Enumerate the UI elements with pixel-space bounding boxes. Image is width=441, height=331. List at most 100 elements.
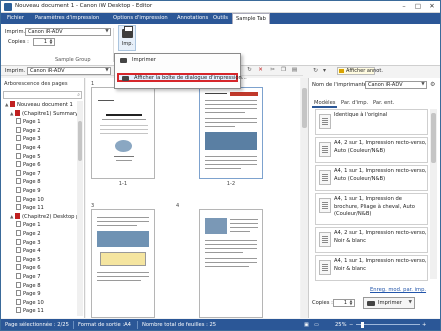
zoom-out-icon[interactable]: −	[349, 319, 353, 330]
tab-outils[interactable]: Outils	[210, 13, 231, 24]
tab-modeles[interactable]: Modèles	[312, 99, 338, 108]
app-icon	[4, 3, 12, 11]
tree-item-label: Page 7	[23, 274, 41, 280]
cut-icon[interactable]: ✂	[269, 67, 276, 74]
page-thumbnail[interactable]	[91, 209, 155, 318]
preview-scrollbar[interactable]	[301, 78, 308, 318]
page-icon	[16, 273, 21, 279]
tree-item-label: Page 3	[23, 239, 41, 246]
chevron-down-icon: ▼	[105, 29, 109, 34]
page-thumbnail[interactable]	[199, 209, 263, 318]
menu-item-print[interactable]: Imprimer	[117, 56, 238, 65]
printer-settings-icon[interactable]: ⚙	[430, 81, 435, 88]
ribbon-print-button[interactable]: Imp.	[118, 25, 136, 51]
printer-icon	[122, 26, 133, 38]
page-icon	[16, 118, 21, 125]
ribbon-copies-spinner[interactable]: 1 ▲ ▼	[33, 38, 55, 46]
zoom-in-icon[interactable]: +	[422, 319, 426, 330]
quick-setting-label: A4, 2 sur 1, Impression recto-verso, Noi…	[334, 230, 427, 244]
paste-icon[interactable]: ▤	[291, 67, 298, 74]
minimize-button[interactable]: –	[397, 1, 411, 12]
quick-setting-item[interactable]: A4, 1 sur 1, Impression de brochure, Pli…	[315, 193, 428, 225]
printer-name-select[interactable]: Canon iR-ADV ▼	[365, 81, 427, 89]
tree-page-item[interactable]: Page 11	[16, 307, 44, 316]
tab-options-impression[interactable]: Options d'impression	[110, 13, 171, 24]
menu-item-show-print-dialog[interactable]: Afficher la boîte de dialogue d'impressi…	[117, 73, 247, 82]
zoom-level: 25%	[335, 322, 347, 328]
quick-setting-item[interactable]: A4, 1 sur 1, Impression recto-verso, Aut…	[315, 165, 428, 191]
chevron-down-icon[interactable]: ▼	[409, 298, 412, 308]
document-icon	[15, 212, 20, 219]
page-icon	[16, 161, 21, 168]
toolbar-printer-select[interactable]: Canon iR-ADV ▼	[27, 67, 111, 75]
copy-icon[interactable]: ❐	[280, 67, 287, 74]
search-icon[interactable]: ⌕	[77, 92, 80, 98]
spinner-arrows-icon[interactable]: ▲ ▼	[348, 299, 354, 306]
tab-par-ent[interactable]: Par. ent.	[371, 99, 396, 108]
tab-sample[interactable]: Sample Tab	[232, 13, 270, 24]
quick-setting-label: A4, 1 sur 1, Impression de brochure, Pli…	[334, 196, 415, 217]
scrollbar-thumb[interactable]	[78, 121, 82, 161]
tab-annotations[interactable]: Annotations	[174, 13, 211, 24]
scrollbar-thumb[interactable]	[431, 113, 436, 163]
tab-fichier[interactable]: Fichier	[4, 13, 27, 24]
ribbon-printer-select[interactable]: Canon iR-ADV ▼	[25, 28, 111, 36]
printer-name-value: Canon iR-ADV	[368, 82, 403, 88]
page-icon	[16, 298, 21, 305]
scrollbar-thumb[interactable]	[302, 88, 307, 128]
chevron-down-icon: ▼	[105, 68, 109, 73]
chevron-down-icon: ▼	[421, 82, 425, 87]
maximize-button[interactable]: □	[411, 1, 425, 12]
quick-setting-item[interactable]: A4, 2 sur 1, Impression recto-verso, Aut…	[315, 137, 428, 163]
zoom-slider[interactable]	[356, 324, 420, 325]
spinner-arrows-icon[interactable]: ▲ ▼	[48, 38, 54, 45]
page-icon	[16, 178, 21, 185]
page-label: 1-1	[118, 181, 128, 187]
show-annotations-button[interactable]: Afficher annot.	[337, 67, 383, 75]
tree-item-label: Nouveau document 1	[17, 102, 73, 108]
rotate-icon[interactable]: ↻	[246, 67, 253, 74]
delete-icon[interactable]: ✕	[257, 67, 264, 74]
page-tree-scrollbar[interactable]	[77, 101, 83, 316]
quick-setting-item[interactable]: Identique à l'original	[315, 109, 428, 135]
page-icon	[16, 144, 21, 150]
tab-par-imp[interactable]: Par. d'imp.	[339, 99, 370, 108]
print-button[interactable]: Imprimer ▼	[363, 297, 415, 309]
close-button[interactable]: ✕	[425, 1, 439, 12]
page-label: 1-2	[226, 181, 236, 187]
document-icon	[10, 101, 15, 107]
copies-spinner[interactable]: 1 ▲ ▼	[333, 299, 355, 307]
page-icon	[16, 230, 21, 236]
page-thumbnail[interactable]	[91, 87, 155, 179]
fit-page-icon[interactable]: ▣	[304, 319, 309, 330]
quick-setting-item[interactable]: A4, 2 sur 1, Impression recto-verso, Noi…	[315, 227, 428, 253]
page-tree-panel: Arborescence des pages ⌕ ▲ Nouveau docume…	[1, 78, 85, 318]
page-thumbnail-selected[interactable]	[199, 87, 263, 179]
tab-parametres-impression[interactable]: Paramètres d'impression	[32, 13, 102, 24]
fit-width-icon[interactable]: ▭	[314, 319, 319, 330]
window-title: Nouveau document 1 - Canon iW Desktop - …	[15, 3, 153, 9]
document-icon	[15, 109, 20, 116]
menu-item-print-label: Imprimer	[132, 57, 156, 63]
copies-label: Copies :	[312, 300, 333, 306]
refresh-icon[interactable]: ↻	[313, 67, 318, 74]
quick-setting-item[interactable]: A4, 1 sur 1, Impression recto-verso, Noi…	[315, 255, 428, 281]
page-tree-search[interactable]: ⌕	[3, 91, 82, 99]
ribbon-printer-value: Canon iR-ADV	[28, 29, 63, 35]
document-icon	[319, 142, 331, 157]
page-icon	[16, 204, 21, 211]
page-preview-area: 1 1-1 2	[86, 78, 300, 318]
copies-value: 1	[343, 300, 347, 306]
tree-item-label: Page 4	[23, 145, 41, 151]
settings-scrollbar[interactable]	[430, 109, 437, 279]
print-dropdown-menu: Imprimer Afficher la boîte de dialogue d…	[114, 53, 247, 89]
ribbon-printer-label: Imprim.	[5, 29, 26, 35]
tree-item-label: Page 10	[23, 196, 44, 203]
register-settings-link[interactable]: Enreg. mod. par. imp.	[370, 287, 426, 293]
zoom-slider-thumb[interactable]	[361, 322, 364, 328]
page-icon	[16, 247, 21, 254]
tree-item-label: Page 6	[23, 162, 41, 169]
tree-item-label: Page 1	[23, 222, 41, 229]
chevron-down-icon[interactable]: ▾	[323, 67, 326, 74]
tree-item-label: Page 1	[23, 119, 41, 126]
